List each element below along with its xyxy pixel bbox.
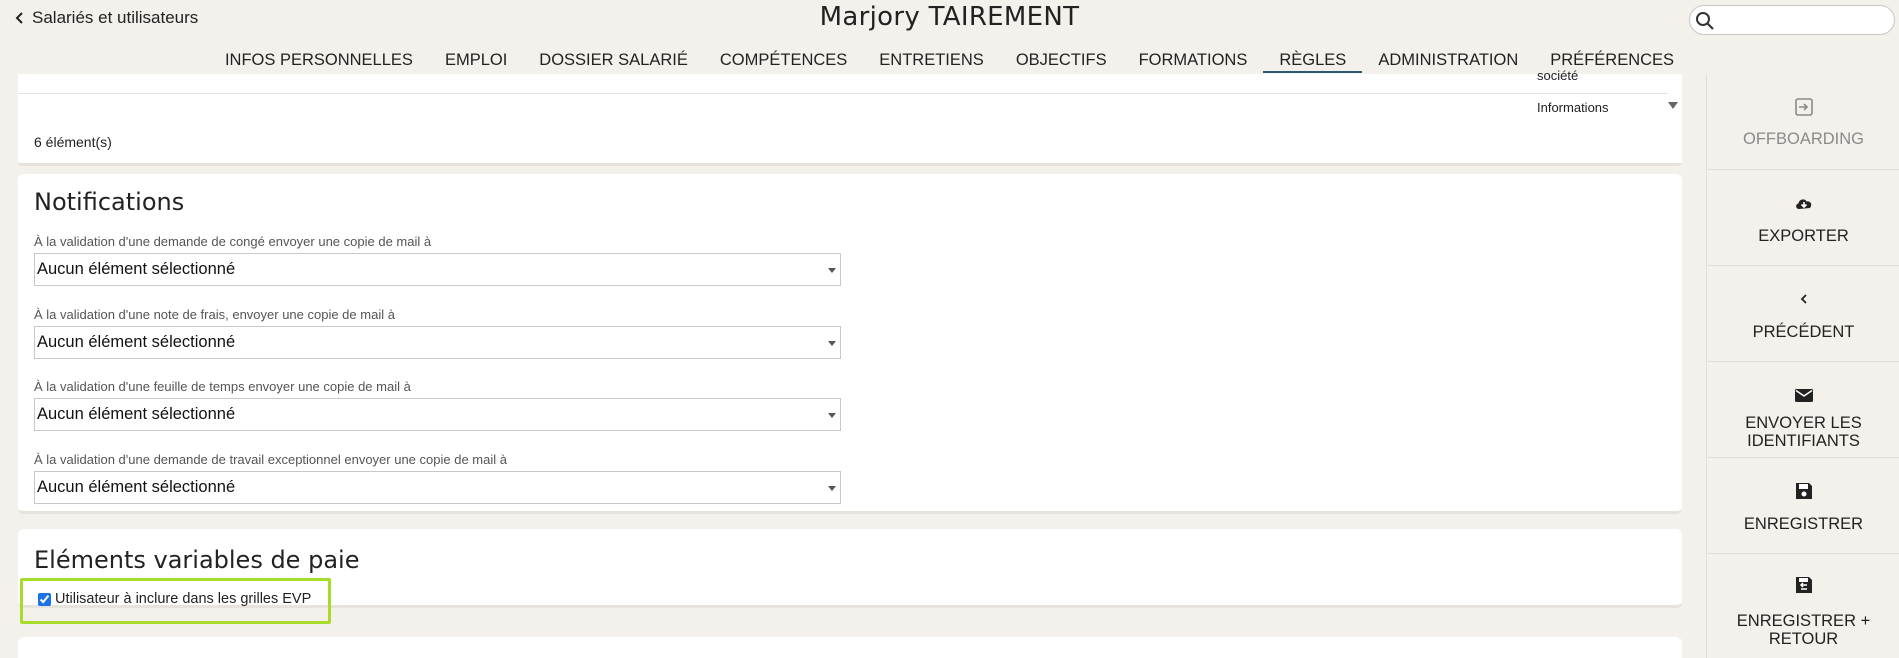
tab-administration[interactable]: ADMINISTRATION [1362,47,1534,73]
page-title: Marjory TAIREMENT [819,2,1080,32]
save-label: ENREGISTRER [1743,515,1864,533]
save-icon [1796,483,1812,499]
main-content: société Informations 6 élément(s) Notifi… [18,68,1682,658]
evp-title: Eléments variables de paie [34,546,360,574]
tab-dossier-salarie[interactable]: DOSSIER SALARIÉ [523,47,704,73]
tab-regles[interactable]: RÈGLES [1263,47,1363,73]
item-count: 6 élément(s) [34,134,112,150]
search-icon [1696,12,1714,30]
next-card [18,637,1682,658]
table-cell: Informations [1537,100,1609,115]
top-header: Salariés et utilisateurs Marjory TAIREME… [0,0,1899,74]
mail-icon [1795,389,1813,402]
leave-copy-select[interactable]: Aucun élément sélectionné [34,253,841,286]
select-value: Aucun élément sélectionné [37,405,236,423]
evp-checkbox-input[interactable] [38,592,51,606]
expense-copy-label: À la validation d'une note de frais, env… [34,307,395,322]
expense-copy-select[interactable]: Aucun élément sélectionné [34,326,841,359]
export-button[interactable]: EXPORTER [1707,170,1899,266]
notifications-card: Notifications À la validation d'une dema… [18,174,1682,514]
send-credentials-button[interactable]: ENVOYER LES IDENTIFIANTS [1707,362,1899,458]
tab-competences[interactable]: COMPÉTENCES [704,47,863,73]
save-return-label-line1: ENREGISTRER + [1736,612,1871,630]
chevron-down-icon [828,268,836,273]
dropdown-caret-icon[interactable] [1668,102,1678,109]
tab-emploi[interactable]: EMPLOI [429,47,523,73]
notifications-title: Notifications [34,188,185,216]
tab-infos-personnelles[interactable]: INFOS PERSONNELLES [209,47,429,73]
table-cell: société [1537,68,1579,83]
search-input[interactable] [1720,10,1888,30]
save-return-button[interactable]: ENREGISTRER + RETOUR [1707,554,1899,650]
evp-checkbox-label: Utilisateur à inclure dans les grilles E… [55,591,312,607]
offboarding-label: OFFBOARDING [1742,130,1864,148]
save-return-label-line2: RETOUR [1768,630,1839,648]
timesheet-copy-select[interactable]: Aucun élément sélectionné [34,398,841,431]
previous-button[interactable]: PRÉCÉDENT [1707,266,1899,362]
chevron-down-icon [828,413,836,418]
save-button[interactable]: ENREGISTRER [1707,458,1899,554]
tab-bar: INFOS PERSONNELLES EMPLOI DOSSIER SALARI… [0,47,1899,74]
timesheet-copy-label: À la validation d'une feuille de temps e… [34,379,411,394]
evp-include-checkbox[interactable]: Utilisateur à inclure dans les grilles E… [38,591,311,607]
select-value: Aucun élément sélectionné [37,478,236,496]
select-value: Aucun élément sélectionné [37,333,236,351]
offboarding-button[interactable]: OFFBOARDING [1707,74,1899,170]
table-card: société Informations 6 élément(s) [18,68,1682,166]
select-value: Aucun élément sélectionné [37,260,236,278]
search-box[interactable] [1689,5,1895,35]
cloud-download-icon [1796,199,1812,209]
previous-label: PRÉCÉDENT [1752,323,1855,341]
chevron-left-icon [1800,294,1807,304]
chevron-down-icon [828,341,836,346]
send-credentials-label-line2: IDENTIFIANTS [1747,432,1860,450]
tab-formations[interactable]: FORMATIONS [1123,47,1264,73]
offboarding-icon [1795,98,1813,116]
chevron-down-icon [828,486,836,491]
save-return-icon [1796,577,1812,593]
export-label: EXPORTER [1758,227,1849,245]
tab-objectifs[interactable]: OBJECTIFS [1000,47,1123,73]
send-credentials-label-line1: ENVOYER LES [1745,414,1862,432]
exceptional-work-copy-label: À la validation d'une demande de travail… [34,452,507,467]
leave-copy-label: À la validation d'une demande de congé e… [34,234,432,249]
exceptional-work-copy-select[interactable]: Aucun élément sélectionné [34,471,841,504]
row-divider [18,93,1668,94]
action-sidebar: OFFBOARDING EXPORTER PRÉCÉDENT ENVOYER L… [1706,74,1899,658]
tab-entretiens[interactable]: ENTRETIENS [863,47,1000,73]
